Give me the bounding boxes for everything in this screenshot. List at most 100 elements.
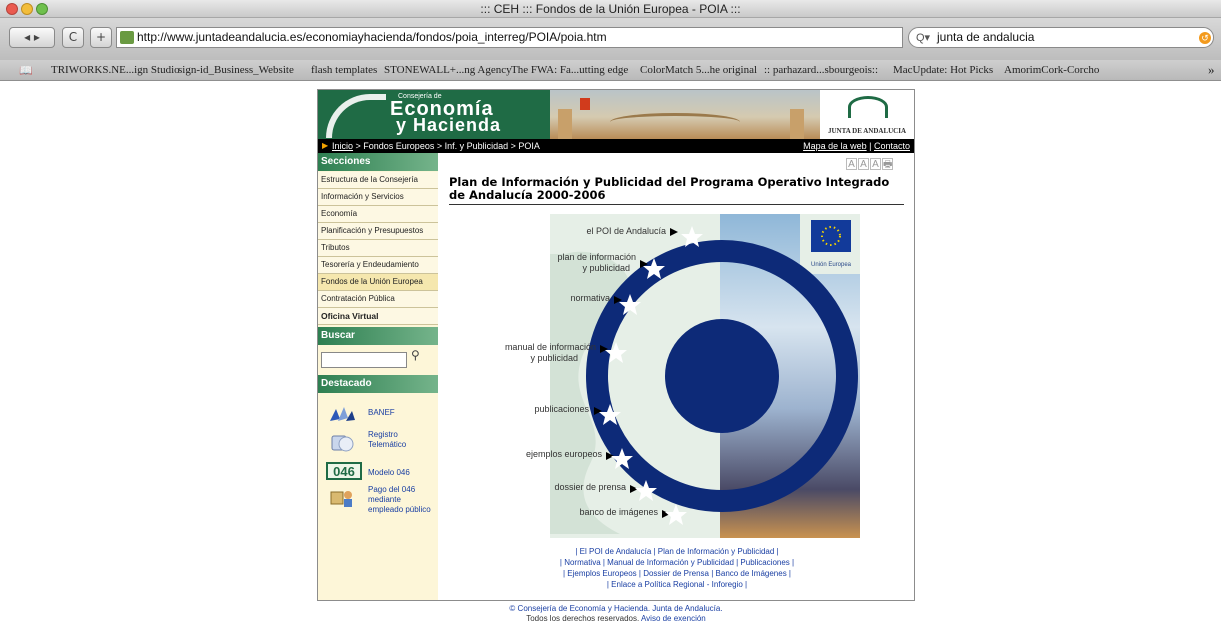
- junta-logo-text: JUNTA DE ANDALUCIA: [827, 127, 907, 135]
- pago-icon: [330, 491, 352, 507]
- bookmark-item[interactable]: The FWA: Fa...utting edge: [511, 64, 628, 76]
- tower: [558, 109, 572, 139]
- reload-button[interactable]: C: [62, 27, 84, 48]
- text-size-small-button[interactable]: A: [846, 158, 857, 170]
- diagram-link-label-cont: y publicidad: [582, 263, 630, 273]
- building-dome: [610, 113, 740, 131]
- top-links: Mapa de la web | Contacto: [803, 141, 910, 151]
- sidebar-item-economia[interactable]: Economía: [318, 206, 438, 223]
- text-size-large-button[interactable]: A: [870, 158, 881, 170]
- bookmark-item[interactable]: TRIWORKS.NE...ign Studio: [51, 64, 180, 76]
- breadcrumb-inf-publicidad[interactable]: Inf. y Publicidad: [445, 141, 509, 151]
- featured-modelo-046[interactable]: 046 Modelo 046: [318, 462, 438, 484]
- banner-photo: [550, 90, 820, 139]
- featured-pago-046[interactable]: Pago del 046 mediante empleado público: [318, 485, 438, 525]
- rights-text: Todos los derechos reservados.: [526, 614, 640, 623]
- featured-label[interactable]: BANEF: [368, 408, 395, 418]
- footer-links-line-2[interactable]: | Normativa | Manual de Información y Pu…: [452, 557, 902, 568]
- site-search-input[interactable]: [321, 352, 407, 368]
- page-title: Plan de Información y Publicidad del Pro…: [449, 175, 890, 202]
- sidebar-item-oficina-virtual[interactable]: Oficina Virtual: [318, 308, 438, 325]
- bookmark-item[interactable]: STONEWALL+...ng Agency: [384, 64, 512, 76]
- banef-icon: [330, 407, 355, 421]
- eu-label: Unión Europea: [811, 262, 852, 268]
- text-size-medium-button[interactable]: A: [858, 158, 869, 170]
- bookmark-item[interactable]: sign-id_Business_Website: [178, 64, 294, 76]
- diagram-link-label[interactable]: banco de imágenes: [579, 507, 658, 517]
- print-icon[interactable]: 🖶: [882, 158, 893, 170]
- swoosh-logo-icon: [326, 94, 386, 138]
- search-submit-icon[interactable]: ⚲: [411, 348, 420, 362]
- diagram-link-label[interactable]: plan de información: [557, 252, 636, 262]
- featured-banef[interactable]: BANEF: [318, 403, 438, 427]
- search-icon: Q▾: [916, 32, 931, 44]
- window-title: ::: CEH ::: Fondos de la Unión Europea -…: [480, 2, 741, 16]
- diagram-link-label[interactable]: el POI de Andalucía: [586, 226, 666, 236]
- copyright-text[interactable]: © Consejería de Economía y Hacienda. Jun…: [317, 604, 915, 614]
- footer-links-line-4[interactable]: | Enlace a Política Regional - Inforegio…: [452, 579, 902, 590]
- brand-title-2[interactable]: y Hacienda: [396, 115, 501, 136]
- bookmark-item[interactable]: ColorMatch 5...he original: [640, 64, 757, 76]
- bookmarks-book-icon[interactable]: 📖: [19, 64, 33, 77]
- breadcrumb-inicio[interactable]: Inicio: [332, 141, 353, 151]
- sidebar-item-planificacion[interactable]: Planificación y Presupuestos: [318, 223, 438, 240]
- tower: [790, 109, 804, 139]
- breadcrumb-fondos[interactable]: Fondos Europeos: [363, 141, 434, 151]
- eu-flag-icon: [811, 220, 851, 252]
- featured-registro[interactable]: Registro Telemático: [318, 430, 438, 460]
- breadcrumb-bar: ▶ Inicio > Fondos Europeos > Inf. y Publ…: [318, 139, 914, 153]
- sidebar-item-tesoreria[interactable]: Tesorería y Endeudamiento: [318, 257, 438, 274]
- diagram-link-label[interactable]: publicaciones: [534, 404, 589, 414]
- registro-icon: [331, 435, 354, 452]
- sidebar-item-tributos[interactable]: Tributos: [318, 240, 438, 257]
- featured-label[interactable]: Modelo 046: [368, 468, 410, 478]
- footer-links-line-3[interactable]: | Ejemplos Europeos | Dossier de Prensa …: [452, 568, 902, 579]
- sidebar-item-fondos[interactable]: Fondos de la Unión Europea: [318, 274, 438, 291]
- snapback-icon[interactable]: ↺: [1199, 32, 1211, 44]
- diagram-center-circle: [665, 319, 779, 433]
- sections-heading: Secciones: [318, 153, 438, 171]
- junta-logo[interactable]: JUNTA DE ANDALUCIA: [820, 90, 914, 139]
- diagram-link-label[interactable]: manual de información: [505, 342, 596, 352]
- window-titlebar: ::: CEH ::: Fondos de la Unión Europea -…: [0, 0, 1221, 18]
- breadcrumb: Inicio > Fondos Europeos > Inf. y Public…: [332, 141, 540, 151]
- flag-icon: [580, 98, 590, 110]
- featured-heading: Destacado: [318, 375, 438, 393]
- sidebar-item-estructura[interactable]: Estructura de la Consejería: [318, 172, 438, 189]
- modelo-046-icon: 046: [326, 462, 362, 480]
- add-bookmark-button[interactable]: +: [90, 27, 112, 48]
- featured-label[interactable]: Registro Telemático: [368, 430, 428, 450]
- bookmark-item[interactable]: flash templates: [311, 64, 377, 76]
- diagram-link-label[interactable]: normativa: [570, 293, 610, 303]
- arrow-icon: ▶: [322, 141, 329, 150]
- diagram-link-label-cont: y publicidad: [530, 353, 578, 363]
- sitemap-link[interactable]: Mapa de la web: [803, 141, 867, 151]
- browser-toolbar: ◂ ▸ C + http://www.juntadeandalucia.es/e…: [0, 18, 1221, 60]
- address-bar[interactable]: http://www.juntadeandalucia.es/economiay…: [116, 27, 903, 48]
- site-banner: Consejería de Economía y Hacienda JUNTA …: [318, 90, 914, 139]
- contact-link[interactable]: Contacto: [874, 141, 910, 151]
- breadcrumb-poia: POIA: [518, 141, 540, 151]
- bookmarks-bar: 📖 TRIWORKS.NE...ign Studio sign-id_Busin…: [0, 60, 1221, 81]
- back-forward-button[interactable]: ◂ ▸: [9, 27, 55, 48]
- rights-line: Todos los derechos reservados. Aviso de …: [317, 614, 915, 624]
- bookmark-item[interactable]: AmorimCork-Corcho: [1004, 64, 1099, 76]
- featured-label[interactable]: Pago del 046 mediante empleado público: [368, 485, 432, 515]
- web-page: Consejería de Economía y Hacienda JUNTA …: [317, 89, 915, 601]
- diagram-link-label[interactable]: dossier de prensa: [554, 482, 626, 492]
- page-footer: © Consejería de Economía y Hacienda. Jun…: [317, 604, 915, 624]
- search-input[interactable]: junta de andalucia: [908, 27, 1214, 48]
- bookmarks-overflow-icon[interactable]: »: [1208, 62, 1215, 78]
- title-divider: [449, 204, 904, 205]
- text-size-controls: A A A 🖶: [845, 158, 893, 170]
- junta-arch-icon: [848, 96, 888, 118]
- sidebar-item-informacion[interactable]: Información y Servicios: [318, 189, 438, 206]
- footer-links-line-1[interactable]: | El POI de Andalucía | Plan de Informac…: [452, 546, 902, 557]
- diagram-link-label[interactable]: ejemplos europeos: [526, 449, 603, 459]
- bookmark-item[interactable]: :: parhazard...sbourgeois::: [764, 64, 878, 76]
- sidebar-item-contratacion[interactable]: Contratación Pública: [318, 291, 438, 308]
- footer-links: | El POI de Andalucía | Plan de Informac…: [452, 546, 902, 590]
- bookmark-item[interactable]: MacUpdate: Hot Picks: [893, 64, 993, 76]
- exemption-link[interactable]: Aviso de exención: [641, 614, 706, 623]
- site-favicon-icon: [120, 31, 134, 44]
